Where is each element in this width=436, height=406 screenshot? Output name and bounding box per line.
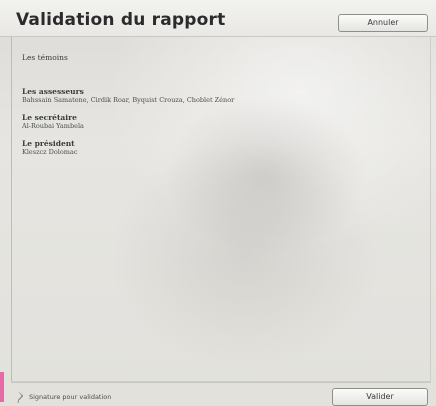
assessors-value: Bahssain Samatene, Cirdik Roar, Byquist … xyxy=(22,96,235,104)
signature-label: Signature pour validation xyxy=(29,393,112,401)
secretary-value: Al-Roubai Yambela xyxy=(22,122,84,130)
validate-button[interactable]: Valider xyxy=(332,388,428,406)
witnesses-label: Les témoins xyxy=(22,53,68,62)
footer-divider xyxy=(11,382,431,383)
title-bar: Validation du rapport Annuler xyxy=(0,0,436,37)
president-label: Le président xyxy=(22,139,75,148)
accent-strip xyxy=(0,372,4,402)
president-value: Kleszcz Dolomac xyxy=(22,148,78,156)
page-title: Validation du rapport xyxy=(16,10,226,30)
pen-icon xyxy=(16,389,26,403)
validation-screen: Validation du rapport Annuler Les témoin… xyxy=(0,0,436,406)
cancel-button[interactable]: Annuler xyxy=(338,14,428,32)
assessors-label: Les assesseurs xyxy=(22,87,84,96)
secretary-label: Le secrétaire xyxy=(22,113,77,122)
report-panel: Les témoins Les assesseurs Bahssain Sama… xyxy=(11,36,431,382)
